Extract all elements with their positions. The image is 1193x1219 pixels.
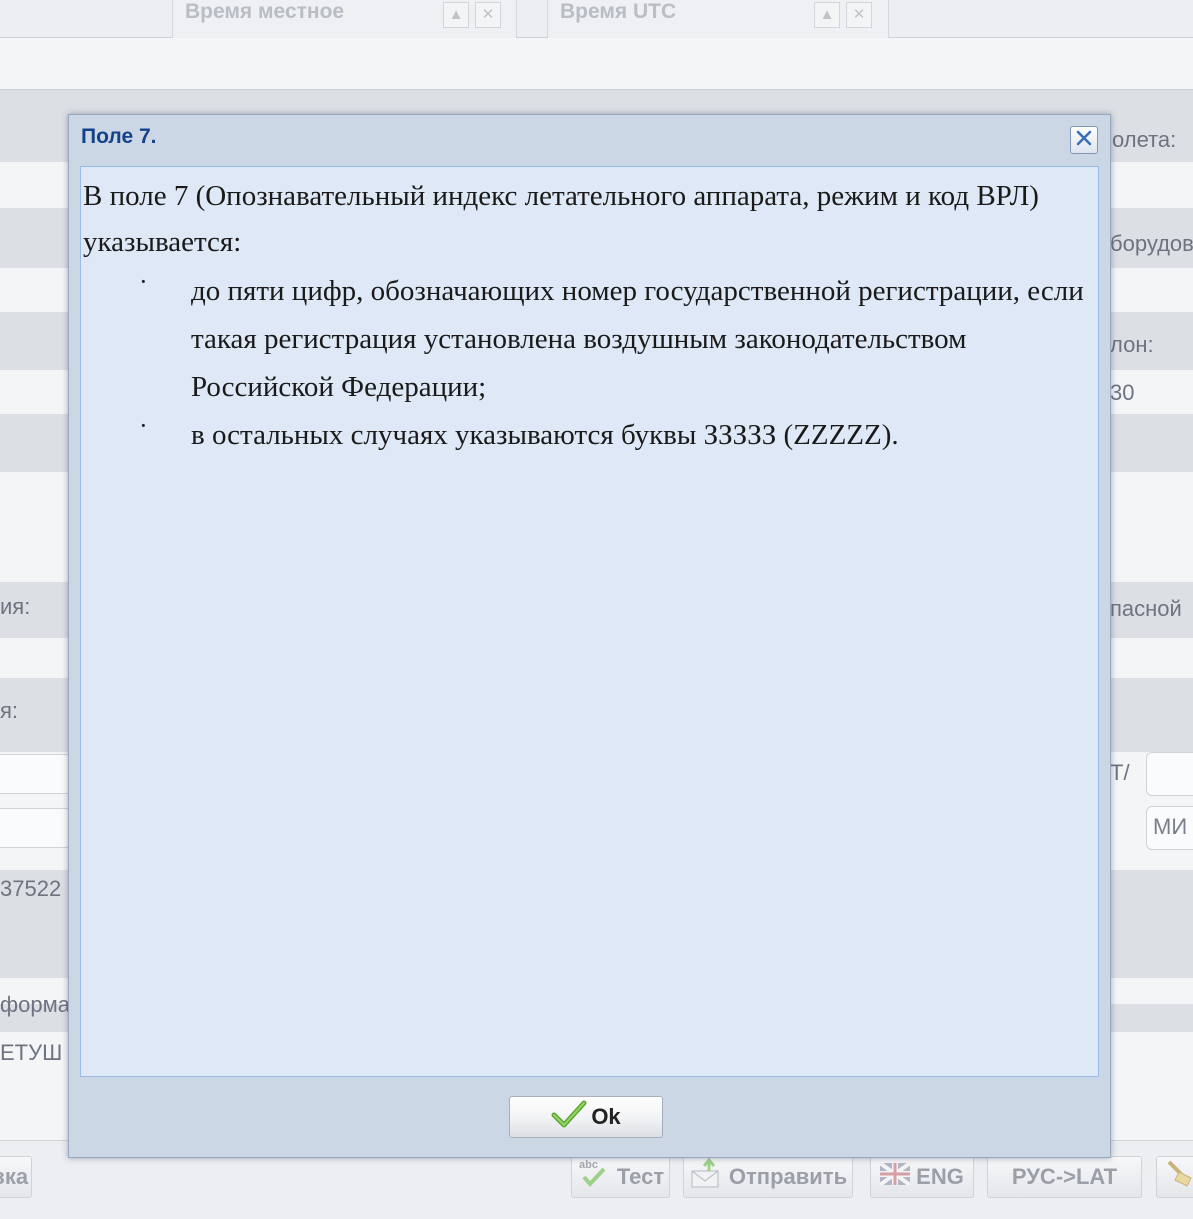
list-item: · до пяти цифр, обозначающих номер госуд… — [139, 267, 1098, 411]
field-label-name: я: — [0, 698, 19, 723]
send-button[interactable]: Отправить — [683, 1156, 853, 1198]
remove-column-icon[interactable]: ✕ — [846, 2, 872, 28]
checkmark-icon — [551, 1099, 587, 1135]
translit-button[interactable]: РУС->LAT — [987, 1156, 1142, 1198]
flight-label: олета: — [1112, 127, 1177, 152]
phone-label: лон: — [1110, 332, 1154, 357]
toolbar-button[interactable]: зка — [0, 1156, 32, 1198]
form-input[interactable] — [0, 754, 72, 794]
column-header-utc-time[interactable]: Время UTC ▲ ✕ — [547, 0, 889, 38]
uk-flag-icon — [878, 1161, 912, 1191]
remove-column-icon[interactable]: ✕ — [475, 2, 501, 28]
toolbar-button-label: зка — [0, 1164, 29, 1189]
registration-number-value: 37522 — [0, 876, 62, 901]
clear-button[interactable] — [1156, 1156, 1193, 1198]
form-input[interactable] — [0, 808, 72, 848]
sort-up-icon[interactable]: ▲ — [814, 2, 840, 28]
info-label: форма — [0, 992, 70, 1017]
pilot-name-value: ЕТУШ — [0, 1040, 63, 1065]
min-field[interactable]: МИ — [1146, 806, 1193, 850]
field-label-name: ия: — [0, 594, 31, 619]
bullet-text: в остальных случаях указываются буквы ЗЗ… — [191, 419, 899, 451]
eng-layout-button[interactable]: ENG — [870, 1156, 974, 1198]
field-help-dialog: Поле 7. В поле 7 (Опознавательный индекс… — [68, 114, 1111, 1158]
equipment-label: борудов — [1110, 231, 1193, 256]
bullet-text: до пяти цифр, обозначающих номер государ… — [191, 275, 1084, 403]
field-description-intro: В поле 7 (Опознавательный индекс летател… — [83, 180, 1039, 258]
column-header-label: Время местное — [185, 0, 345, 23]
svg-text:abc: abc — [579, 1159, 598, 1171]
broom-icon — [1165, 1158, 1193, 1196]
column-header-local-time[interactable]: Время местное ▲ ✕ — [172, 0, 517, 38]
bullet-mark: · — [139, 411, 148, 440]
panel-strip — [0, 38, 1193, 90]
test-button-label: Тест — [616, 1164, 665, 1189]
close-button[interactable] — [1070, 126, 1098, 154]
alternate-aerodrome-label: пасной — [1110, 596, 1182, 621]
send-button-label: Отправить — [728, 1164, 848, 1189]
eng-button-label: ENG — [916, 1164, 964, 1189]
close-icon — [1075, 129, 1093, 152]
spellcheck-icon: abc — [577, 1157, 611, 1197]
send-mail-icon — [689, 1157, 723, 1197]
bullet-mark: · — [139, 267, 148, 296]
phone-value: 30 — [1110, 380, 1135, 405]
dialog-title: Поле 7. — [81, 125, 157, 148]
translit-button-label: РУС->LAT — [1011, 1164, 1118, 1189]
column-header-label: Время UTC — [560, 0, 677, 23]
list-item: · в остальных случаях указываются буквы … — [139, 411, 1098, 459]
ok-button[interactable]: Ok — [509, 1096, 663, 1138]
slash-label: Т/ — [1110, 760, 1130, 785]
sort-up-icon[interactable]: ▲ — [443, 2, 469, 28]
test-button[interactable]: abc Тест — [571, 1156, 670, 1198]
dialog-content: В поле 7 (Опознавательный индекс летател… — [80, 166, 1099, 1077]
ok-button-label: Ok — [591, 1104, 621, 1129]
form-input[interactable] — [1146, 752, 1193, 796]
